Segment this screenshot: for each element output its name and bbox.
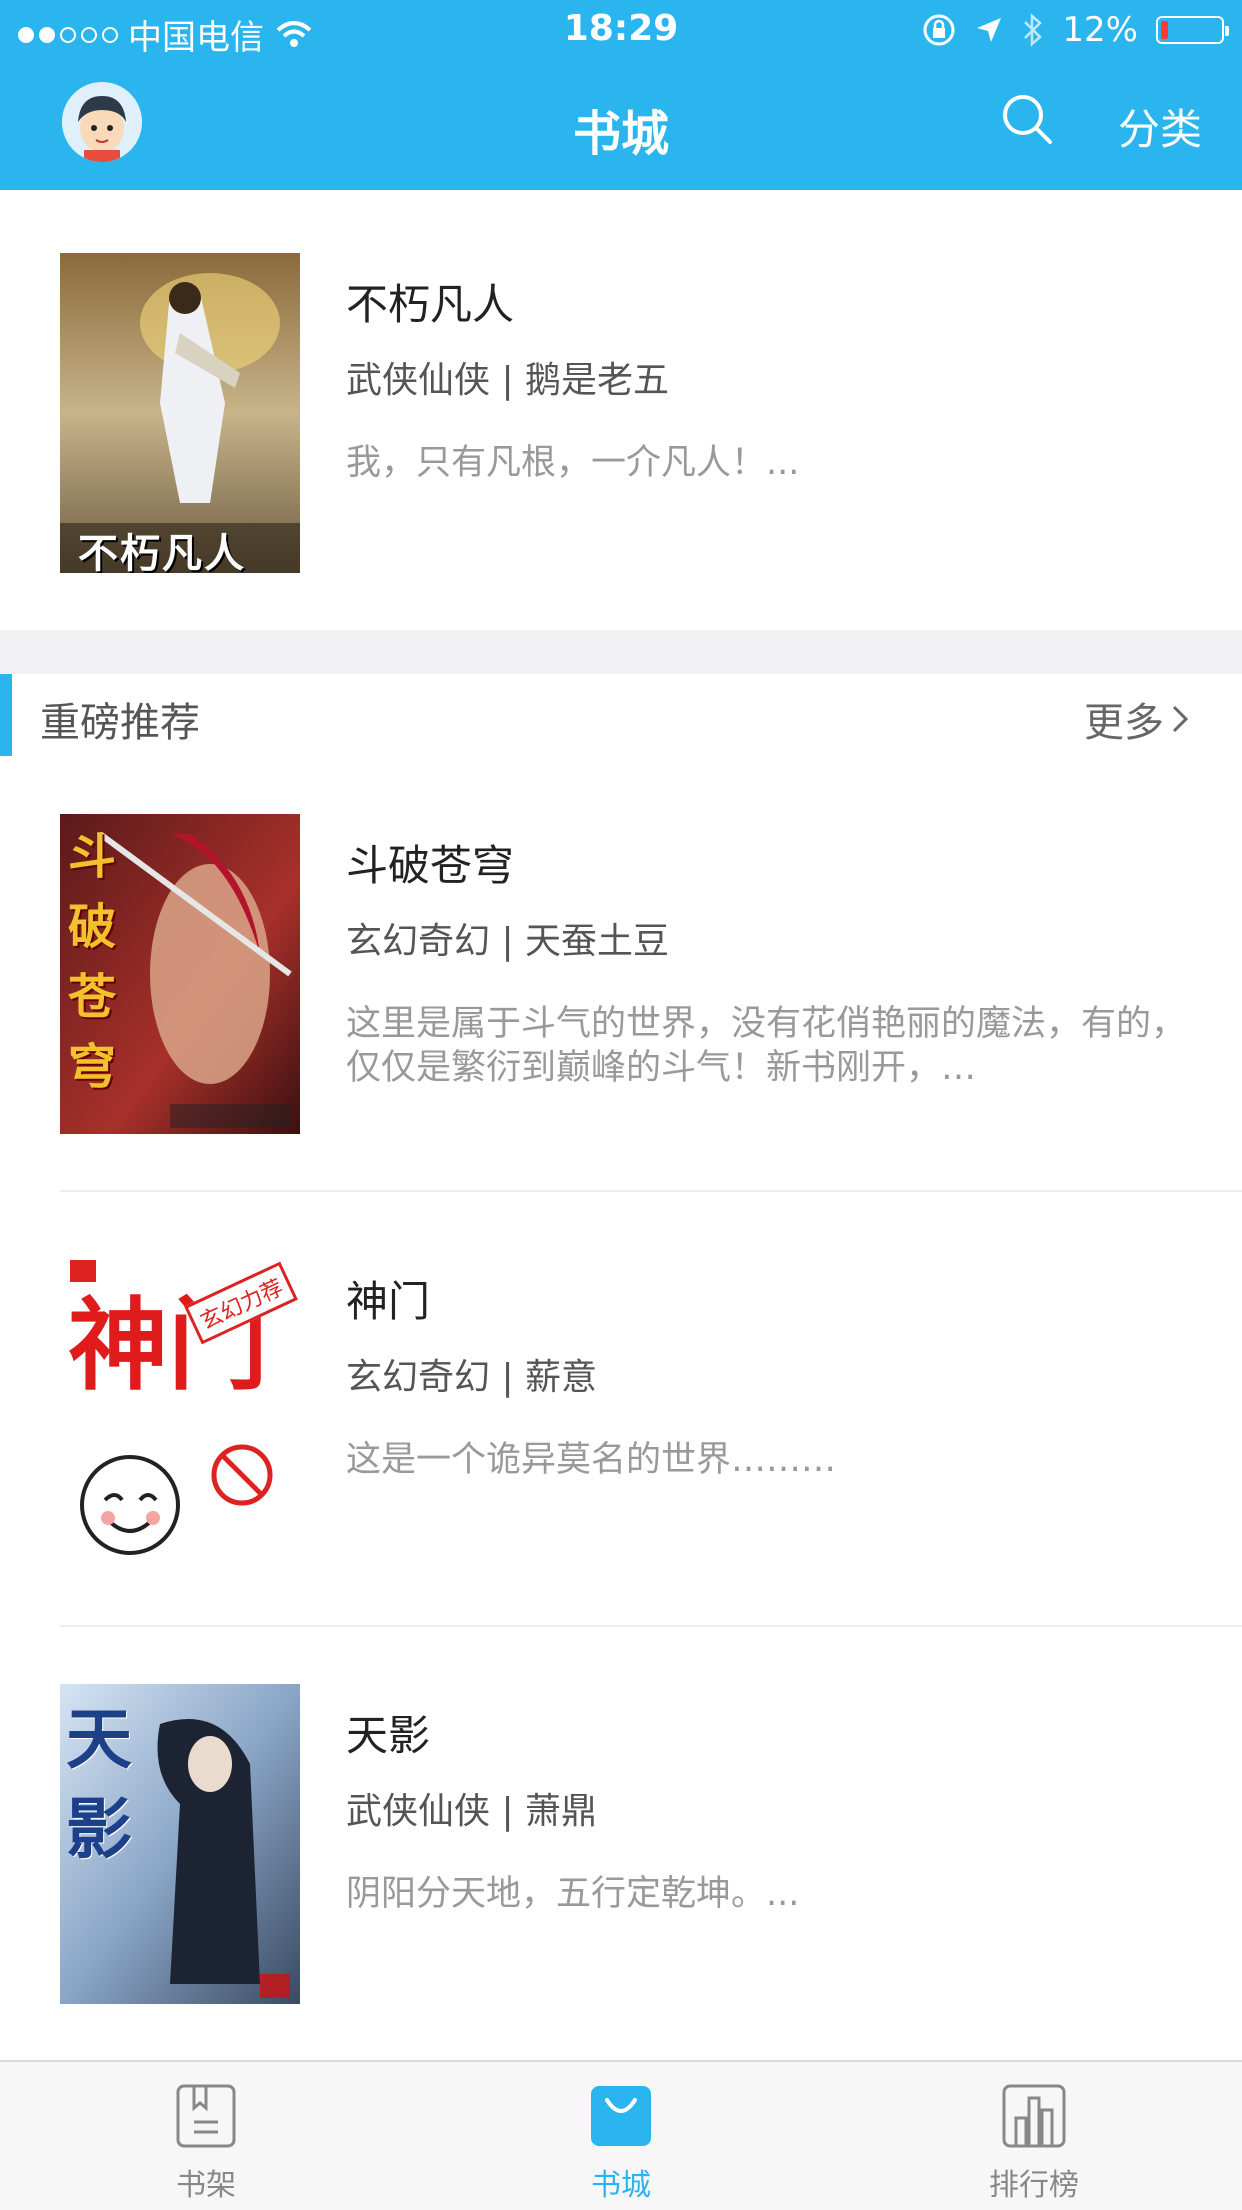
category-button[interactable]: 分类 bbox=[1118, 96, 1202, 157]
battery-icon bbox=[1156, 16, 1229, 44]
cover-title-text: 不朽凡人 bbox=[78, 530, 246, 573]
book-cover[interactable]: 天影 bbox=[60, 1684, 300, 2004]
orientation-lock-icon bbox=[923, 14, 955, 46]
book-title: 神门 bbox=[346, 1277, 431, 1326]
tab-bookstore[interactable]: 书城 bbox=[521, 2084, 721, 2204]
book-meta: 武侠仙侠 | 萧鼎 bbox=[346, 1791, 598, 1832]
chevron-right-icon bbox=[1172, 705, 1189, 733]
book-description: 这里是属于斗气的世界，没有花俏艳丽的魔法，有的，仅仅是繁衍到巅峰的斗气！新书刚开… bbox=[346, 1004, 1186, 1088]
status-bar: 中国电信 18:29 12% bbox=[0, 0, 1242, 62]
status-right: 12% bbox=[922, 10, 1229, 50]
tab-bar: 书架 书城 排行榜 bbox=[0, 2060, 1242, 2210]
book-meta: 玄幻奇幻 | 天蚕土豆 bbox=[346, 921, 670, 962]
book-cover[interactable]: 不朽凡人 bbox=[60, 253, 300, 573]
tab-bookshelf[interactable]: 书架 bbox=[106, 2084, 306, 2204]
tab-label: 书架 bbox=[176, 2168, 236, 2203]
tab-label: 排行榜 bbox=[989, 2168, 1079, 2203]
section-accent-bar bbox=[0, 674, 12, 756]
list-divider bbox=[60, 1190, 1242, 1192]
cover-title-text: 斗破苍穹 bbox=[68, 829, 117, 1095]
recommend-section-header: 重磅推荐 更多 bbox=[0, 674, 1242, 756]
tab-ranking[interactable]: 排行榜 bbox=[934, 2084, 1134, 2204]
nav-bar: 书城 分类 bbox=[0, 62, 1242, 190]
book-description: 我，只有凡根，一介凡人！... bbox=[346, 443, 800, 483]
book-title: 斗破苍穹 bbox=[346, 841, 515, 890]
section-title: 重磅推荐 bbox=[40, 700, 200, 746]
section-gap bbox=[0, 630, 1242, 674]
cover-title-text: 天影 bbox=[66, 1700, 132, 1868]
book-meta: 武侠仙侠 | 鹅是老五 bbox=[346, 360, 670, 401]
battery-level bbox=[1161, 21, 1168, 39]
tab-label: 书城 bbox=[591, 2168, 651, 2203]
book-item[interactable]: 神门 玄幻力荐 神门 玄幻奇幻 | 薪意 这是一个诡异莫名的世界……… bbox=[0, 1250, 1242, 1570]
location-arrow-icon bbox=[977, 18, 1002, 42]
book-item[interactable]: 天影 天影 武侠仙侠 | 萧鼎 阴阳分天地，五行定乾坤。... bbox=[0, 1684, 1242, 2004]
featured-book[interactable]: 不朽凡人 不朽凡人 武侠仙侠 | 鹅是老五 我，只有凡根，一介凡人！... bbox=[0, 253, 1242, 573]
bookshelf-icon bbox=[176, 2084, 236, 2148]
bookstore-bag-icon bbox=[591, 2086, 651, 2146]
book-description: 这是一个诡异莫名的世界……… bbox=[346, 1440, 837, 1480]
book-item[interactable]: 斗破苍穹 斗破苍穹 玄幻奇幻 | 天蚕土豆 这里是属于斗气的世界，没有花俏艳丽的… bbox=[0, 814, 1242, 1134]
book-description: 阴阳分天地，五行定乾坤。... bbox=[346, 1874, 800, 1914]
page-title: 书城 bbox=[572, 106, 669, 162]
bluetooth-icon bbox=[1024, 13, 1043, 47]
battery-percent: 12% bbox=[1062, 10, 1138, 50]
search-icon[interactable] bbox=[1000, 92, 1054, 146]
list-divider bbox=[60, 1625, 1242, 1627]
more-label: 更多 bbox=[1084, 700, 1164, 746]
app-header: 中国电信 18:29 12% 书城 分类 bbox=[0, 0, 1242, 190]
book-cover[interactable]: 神门 玄幻力荐 bbox=[60, 1250, 300, 1570]
book-title: 天影 bbox=[346, 1711, 431, 1760]
ranking-chart-icon bbox=[1002, 2084, 1066, 2148]
more-link[interactable]: 更多 bbox=[1084, 690, 1190, 748]
book-title: 不朽凡人 bbox=[346, 280, 515, 329]
book-meta: 玄幻奇幻 | 薪意 bbox=[346, 1357, 598, 1398]
book-cover[interactable]: 斗破苍穹 bbox=[60, 814, 300, 1134]
